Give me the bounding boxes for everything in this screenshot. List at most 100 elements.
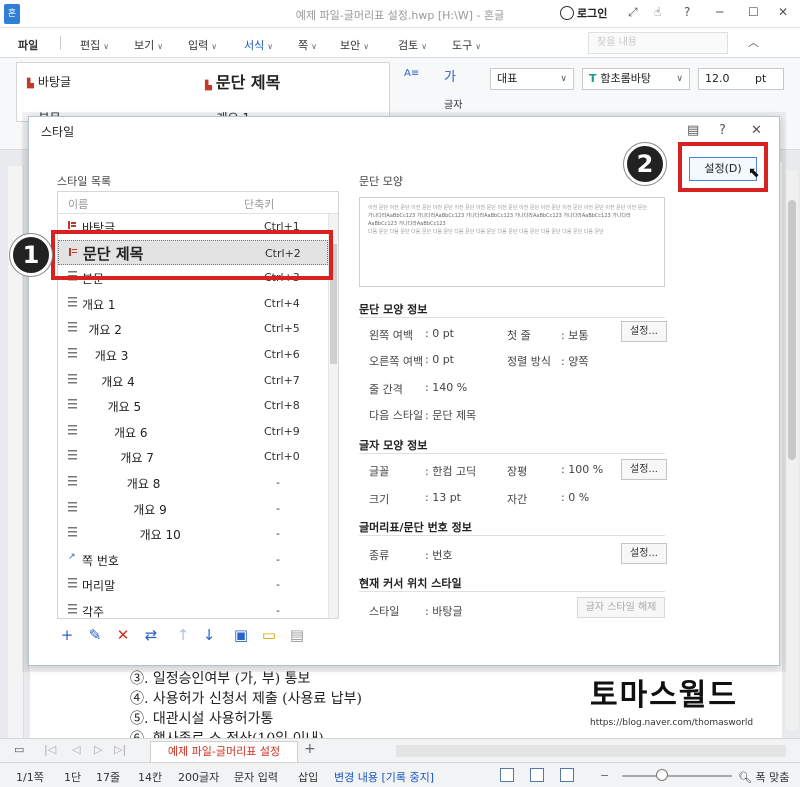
tab-list-icon[interactable]: ▭ — [14, 743, 24, 756]
login-button[interactable]: 로그인 — [560, 5, 607, 21]
status-column: 14칸 — [138, 771, 163, 784]
style-list-item[interactable]: 개요 6 Ctrl+9 — [58, 419, 328, 445]
normal-view-icon[interactable] — [500, 768, 514, 782]
dialog-close-icon[interactable]: ✕ — [751, 123, 762, 138]
menu-format-label: 서식 — [244, 39, 265, 52]
spacing-label: 자간 — [507, 493, 528, 506]
save-icon[interactable]: ▤ — [287, 625, 307, 645]
delete-style-icon[interactable]: ✕ — [113, 625, 133, 645]
menu-file[interactable]: 파일 — [18, 37, 38, 53]
left-margin-value: : 0 pt — [425, 327, 454, 340]
font-type-icon: T — [589, 72, 601, 85]
size-select[interactable]: 12.0 pt — [698, 68, 784, 90]
tab-document[interactable]: 예제 파일-글머리표 설정 — [150, 741, 298, 763]
menu-tools[interactable]: 도구 ∨ — [452, 37, 481, 53]
dialog-title: 스타일 — [41, 125, 75, 139]
size-unit: pt — [755, 72, 767, 85]
gallery-item-heading[interactable]: ▙ 문단 제목 — [205, 69, 280, 93]
expand-icon[interactable]: ⤢ — [628, 5, 638, 20]
menu-view-label: 보기 — [134, 39, 155, 52]
menu-format[interactable]: 서식 ∨ — [244, 37, 273, 61]
ribbon-collapse-icon[interactable]: ︿ — [748, 34, 759, 50]
menu-insert[interactable]: 입력 ∨ — [188, 37, 217, 53]
find-input[interactable]: 찾을 내용 — [588, 32, 728, 54]
para-settings-button[interactable]: 설정... — [621, 321, 667, 342]
menu-page[interactable]: 쪽 ∨ — [298, 37, 317, 53]
next-tab-icon[interactable]: ▷ — [94, 743, 102, 756]
dialog-help-icon[interactable]: ? — [719, 123, 726, 138]
lang-select[interactable]: 대표 ∨ — [490, 68, 574, 90]
status-track-changes[interactable]: 변경 내용 [기록 중지] — [334, 769, 434, 785]
open-folder-icon[interactable]: ▭ — [259, 625, 279, 645]
status-input-mode[interactable]: 문자 입력 — [234, 769, 278, 785]
char-settings-button[interactable]: 설정... — [621, 459, 667, 480]
style-shortcut: - — [276, 476, 280, 489]
para-style-icon — [68, 296, 77, 307]
style-list-item[interactable]: 개요 9 - — [58, 496, 328, 522]
menu-security[interactable]: 보안 ∨ — [340, 37, 369, 53]
para-style-icon — [68, 578, 77, 589]
style-shortcut: - — [276, 552, 280, 566]
annotation-highlight-2 — [678, 142, 768, 192]
clear-char-style-button[interactable]: 글자 스타일 해제 — [577, 597, 665, 618]
gallery-item-label: 바탕글 — [37, 75, 72, 89]
style-list-item[interactable]: 개요 5 Ctrl+8 — [58, 393, 328, 419]
status-page[interactable]: 1/1쪽 — [16, 769, 44, 785]
width-view-icon[interactable] — [530, 768, 544, 782]
dialog-info-icon[interactable]: ▤ — [687, 123, 699, 138]
chevron-down-icon: ∨ — [311, 42, 317, 51]
scrollbar-thumb[interactable] — [788, 200, 796, 460]
para-style-icon — [68, 399, 77, 410]
move-down-icon[interactable]: ↓ — [199, 625, 219, 645]
font-select[interactable]: T 함초롬바탕 ∨ — [582, 68, 690, 90]
align-value: : 양쪽 — [561, 355, 589, 368]
first-line-value: : 보통 — [561, 329, 589, 342]
menu-page-label: 쪽 — [298, 39, 309, 52]
status-insert-mode[interactable]: 삽입 — [298, 769, 318, 785]
minimize-icon[interactable]: ─ — [716, 5, 723, 19]
replace-style-icon[interactable]: ⇄ — [141, 625, 161, 645]
gallery-item-default[interactable]: ▙ 바탕글 — [27, 73, 71, 90]
style-list-item[interactable]: ↗ 쪽 번호 - — [58, 547, 328, 573]
style-list-item[interactable]: 개요 2 Ctrl+5 — [58, 316, 328, 342]
style-add-icon[interactable]: A≡ — [404, 68, 419, 79]
style-name: 개요 1 — [82, 297, 116, 312]
style-shortcut: - — [276, 604, 280, 617]
page-view-icon[interactable] — [560, 768, 574, 782]
style-list-item[interactable]: 개요 1 Ctrl+4 — [58, 291, 328, 317]
horizontal-scrollbar[interactable] — [396, 745, 786, 757]
style-list-item[interactable]: 개요 3 Ctrl+6 — [58, 342, 328, 368]
hand-icon[interactable]: ☝ — [654, 5, 661, 19]
zoom-slider[interactable] — [622, 775, 732, 777]
style-list-item[interactable]: 각주 - — [58, 598, 328, 618]
bullet-settings-button[interactable]: 설정... — [621, 543, 667, 564]
zoom-fit[interactable]: 🔍︎ 폭 맞춤 — [738, 769, 789, 785]
last-tab-icon[interactable]: ▷| — [114, 743, 126, 756]
close-icon[interactable]: ✕ — [778, 5, 788, 19]
menu-view[interactable]: 보기 ∨ — [134, 37, 163, 53]
help-icon[interactable]: ? — [684, 5, 690, 19]
move-up-icon[interactable]: ↑ — [173, 625, 193, 645]
zoom-slider-handle[interactable] — [656, 769, 668, 781]
preview-label: 문단 모양 — [359, 175, 403, 188]
style-list-item[interactable]: 개요 10 - — [58, 521, 328, 547]
style-list-item[interactable]: 개요 8 - — [58, 470, 328, 496]
gallery-item-label: 문단 제목 — [215, 73, 281, 92]
line-spacing-value: : 140 % — [425, 381, 468, 394]
style-list-item[interactable]: 개요 7 Ctrl+0 — [58, 444, 328, 470]
import-style-icon[interactable]: ▣ — [231, 625, 251, 645]
first-tab-icon[interactable]: |◁ — [44, 743, 56, 756]
menu-edit[interactable]: 편집 ∨ — [80, 37, 109, 53]
style-list-item[interactable]: 개요 4 Ctrl+7 — [58, 368, 328, 394]
zoom-out-icon[interactable]: − — [600, 769, 609, 782]
style-list-item[interactable]: 머리말 - — [58, 572, 328, 598]
prev-tab-icon[interactable]: ◁ — [72, 743, 80, 756]
menu-edit-label: 편집 — [80, 39, 101, 52]
edit-style-icon[interactable]: ✎ — [85, 625, 105, 645]
vertical-scrollbar[interactable] — [786, 170, 798, 730]
char-shape-icon[interactable]: 가 — [444, 66, 456, 85]
add-tab-icon[interactable]: + — [304, 741, 316, 757]
maximize-icon[interactable]: ☐ — [748, 5, 759, 19]
add-style-icon[interactable]: + — [57, 625, 77, 645]
menu-review[interactable]: 검토 ∨ — [398, 37, 427, 53]
